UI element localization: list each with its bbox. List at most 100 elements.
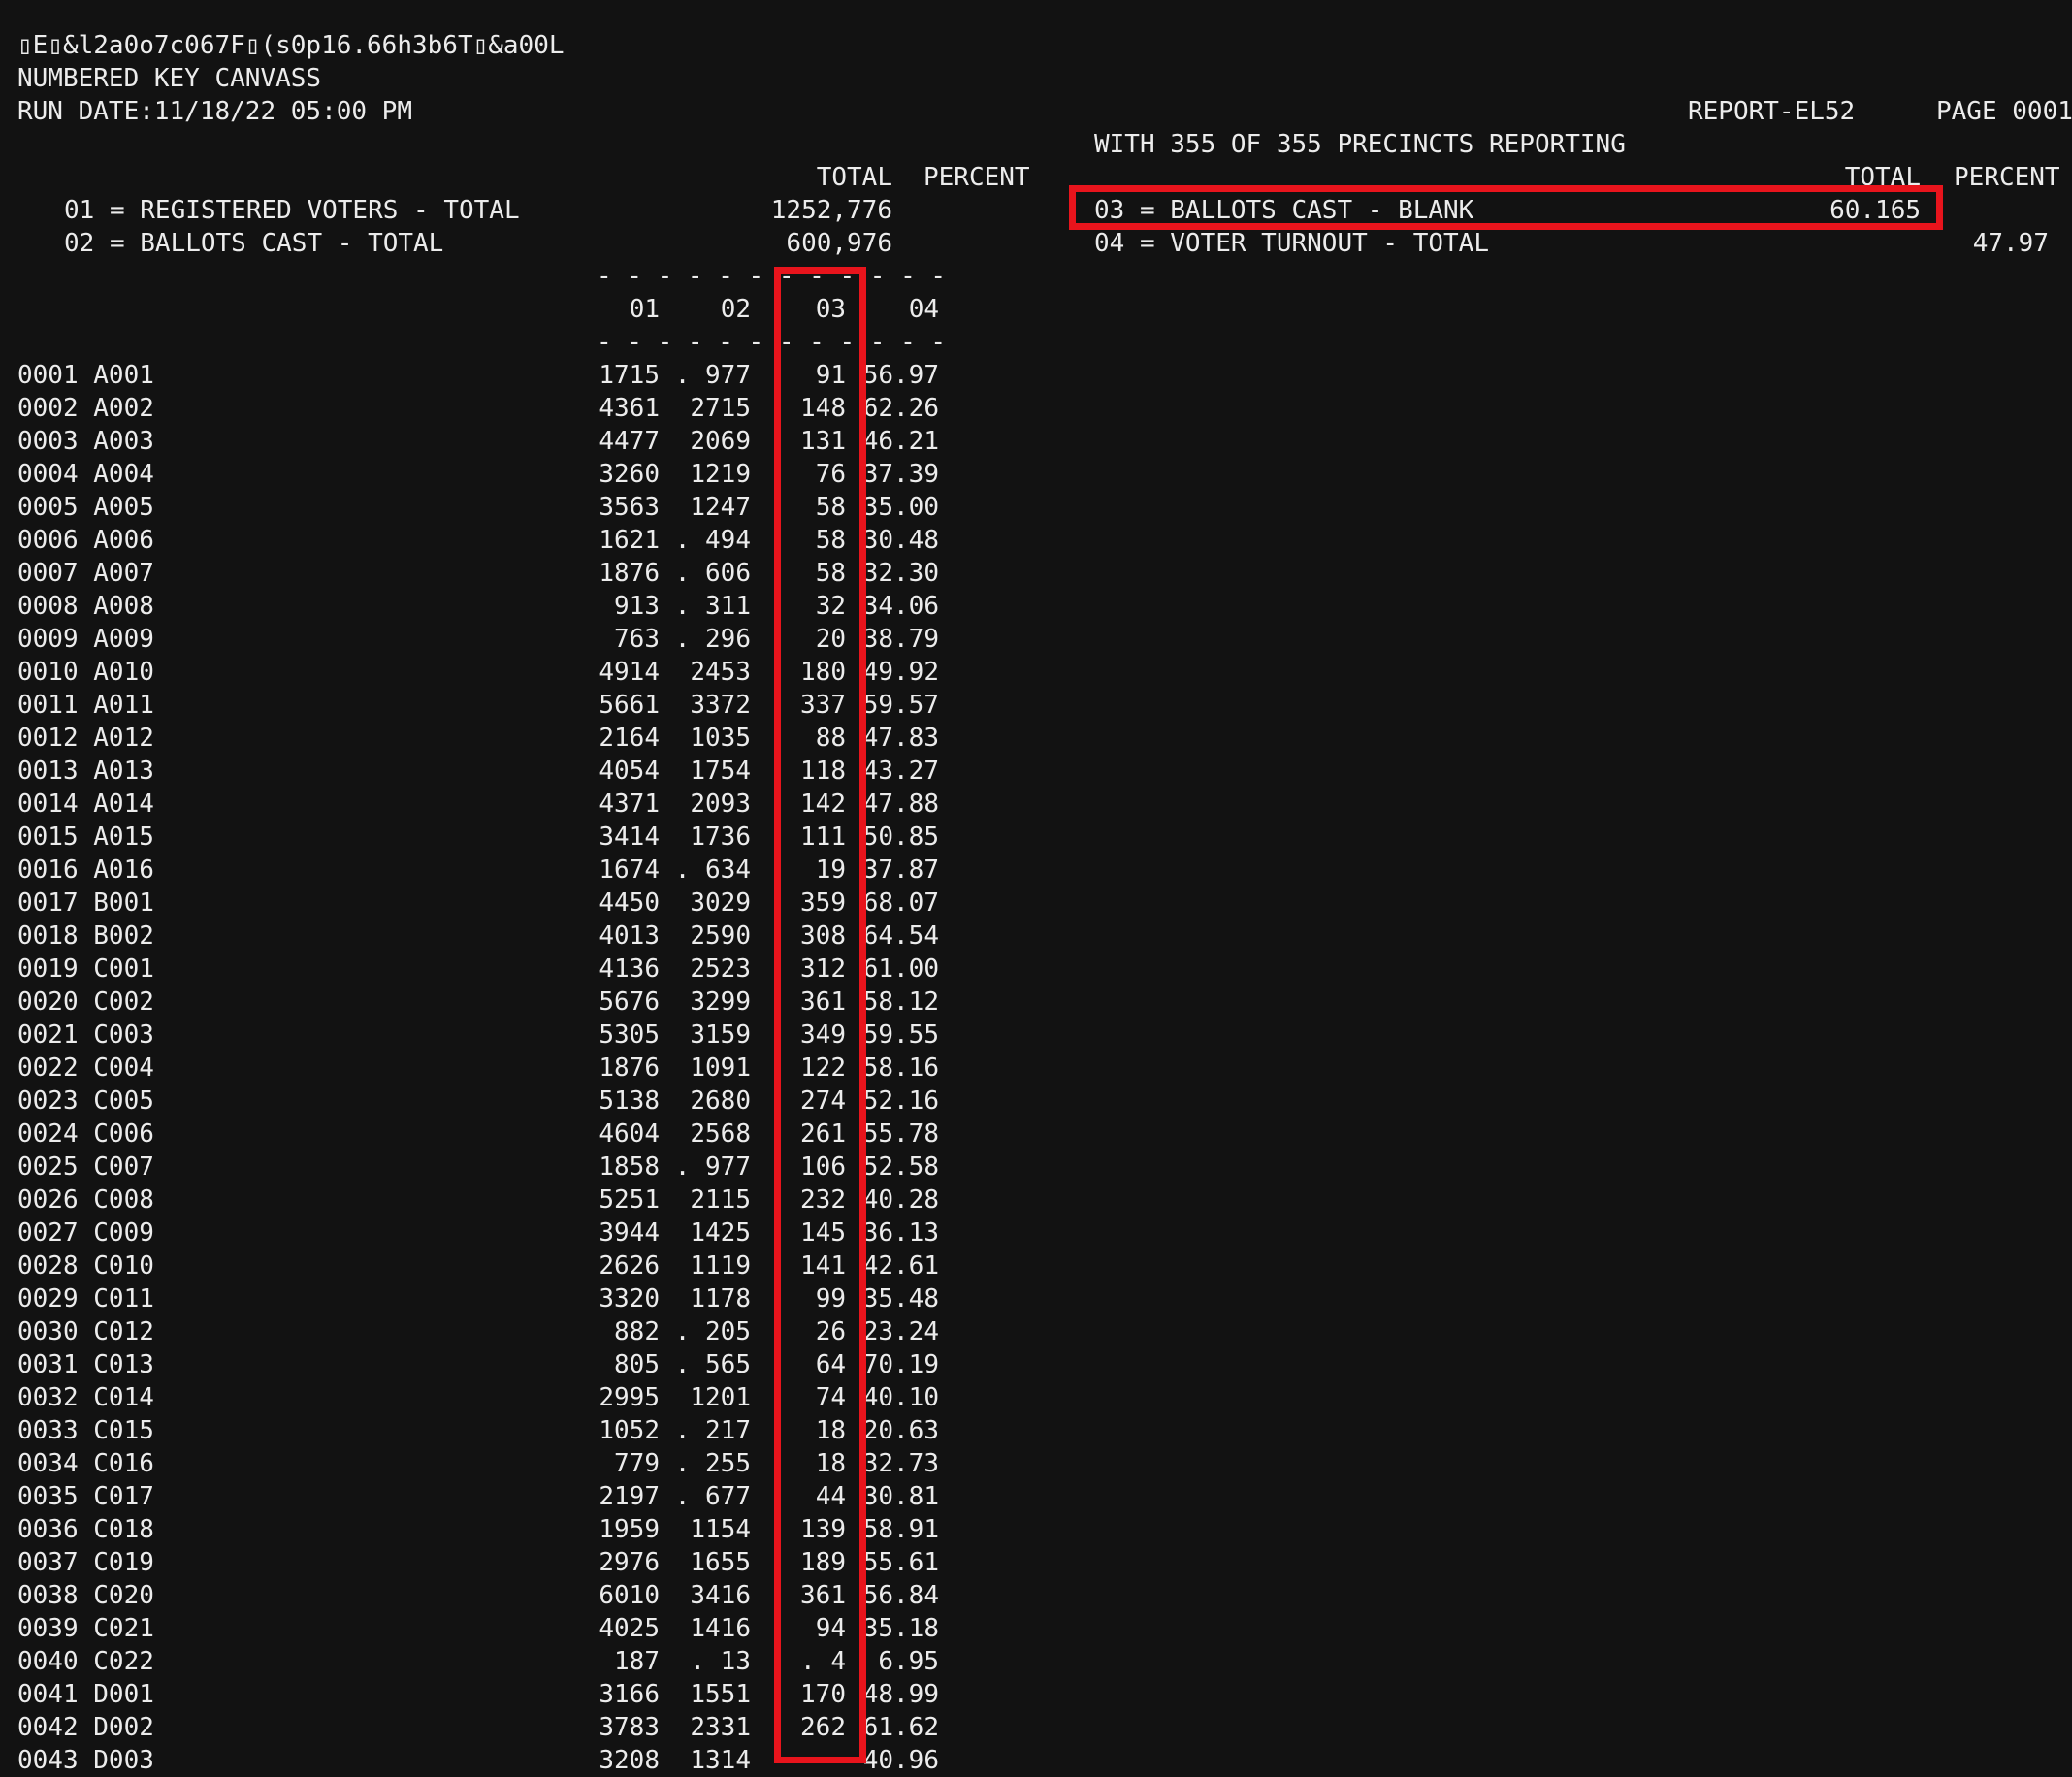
cell-ballots-blank: 20 [815, 625, 846, 654]
cell-ballots-cast: 2715 [690, 394, 751, 423]
cell-ballots-blank: 139 [800, 1515, 846, 1544]
cell-turnout: 30.81 [862, 1482, 939, 1511]
cell-ballots-blank [768, 1744, 846, 1777]
cell-ballots-blank: 145 [800, 1218, 846, 1247]
cell-ballots-cast: 3372 [690, 691, 751, 720]
cell-ballots-cast: 1119 [690, 1251, 751, 1280]
cell-ballots-cast: 2093 [690, 790, 751, 819]
cell-turnout: 20.63 [862, 1416, 939, 1445]
cell-ballots-cast: . 494 [674, 526, 751, 555]
precinct-label: 0033 C015 [17, 1416, 154, 1445]
precinct-label: 0029 C011 [17, 1284, 154, 1313]
cell-ballots-cast: . 13 [690, 1647, 751, 1676]
precinct-table: 0001 A001 1715. 977 91 56.97 0002 A002 4361 27… [0, 0, 2072, 1775]
precinct-label: 0001 A001 [17, 361, 154, 390]
cell-ballots-blank: 19 [815, 856, 846, 885]
cell-ballots-blank: 58 [815, 493, 846, 522]
cell-ballots-cast: 2115 [690, 1185, 751, 1214]
cell-ballots-cast: 1754 [690, 757, 751, 786]
cell-ballots-blank: 131 [800, 427, 846, 456]
precinct-label: 0036 C018 [17, 1515, 154, 1544]
precinct-label: 0010 A010 [17, 658, 154, 687]
precinct-label: 0038 C020 [17, 1581, 154, 1610]
cell-ballots-cast: . 677 [674, 1482, 751, 1511]
cell-ballots-cast: 2680 [690, 1086, 751, 1115]
cell-turnout: 68.07 [862, 888, 939, 918]
cell-turnout: 58.16 [862, 1053, 939, 1082]
cell-turnout: 48.99 [862, 1680, 939, 1709]
precinct-label: 0027 C009 [17, 1218, 154, 1247]
cell-ballots-cast: 1091 [690, 1053, 751, 1082]
cell-turnout: 42.61 [862, 1251, 939, 1280]
precinct-label: 0013 A013 [17, 757, 154, 786]
cell-turnout: 30.48 [862, 526, 939, 555]
cell-turnout: 58.91 [862, 1515, 939, 1544]
cell-ballots-blank: 88 [815, 724, 846, 753]
precinct-label: 0011 A011 [17, 691, 154, 720]
precinct-label: 0009 A009 [17, 625, 154, 654]
precinct-label: 0031 C013 [17, 1350, 154, 1379]
cell-ballots-cast: . 311 [674, 592, 751, 621]
cell-turnout: 49.92 [862, 658, 939, 687]
cell-turnout: 40.10 [862, 1383, 939, 1412]
cell-turnout: 35.18 [862, 1614, 939, 1643]
precinct-label: 0014 A014 [17, 790, 154, 819]
precinct-label: 0043 D003 [17, 1746, 154, 1775]
cell-ballots-cast: 1655 [690, 1548, 751, 1577]
cell-turnout: 35.48 [862, 1284, 939, 1313]
precinct-label: 0022 C004 [17, 1053, 154, 1082]
cell-ballots-blank: 111 [800, 823, 846, 852]
cell-turnout: 23.24 [862, 1317, 939, 1346]
cell-ballots-cast: . 634 [674, 856, 751, 885]
precinct-label: 0032 C014 [17, 1383, 154, 1412]
precinct-label: 0018 B002 [17, 921, 154, 951]
precinct-label: 0008 A008 [17, 592, 154, 621]
precinct-label: 0007 A007 [17, 559, 154, 588]
cell-ballots-blank: 18 [815, 1416, 846, 1445]
cell-turnout: 37.39 [862, 460, 939, 489]
cell-ballots-cast: 1201 [690, 1383, 751, 1412]
cell-ballots-cast: . 565 [674, 1350, 751, 1379]
cell-ballots-blank: 308 [800, 921, 846, 951]
cell-ballots-cast: 2453 [690, 658, 751, 687]
cell-ballots-cast: 1416 [690, 1614, 751, 1643]
precinct-label: 0030 C012 [17, 1317, 154, 1346]
cell-ballots-cast: . 255 [674, 1449, 751, 1478]
cell-ballots-cast: 3416 [690, 1581, 751, 1610]
cell-turnout: 64.54 [862, 921, 939, 951]
precinct-label: 0006 A006 [17, 526, 154, 555]
cell-turnout: 38.79 [862, 625, 939, 654]
precinct-label: 0021 C003 [17, 1020, 154, 1050]
cell-ballots-cast: 3299 [690, 987, 751, 1017]
precinct-label: 0019 C001 [17, 954, 154, 984]
cell-turnout: 59.57 [862, 691, 939, 720]
cell-ballots-blank: 262 [800, 1713, 846, 1742]
cell-ballots-cast: 2523 [690, 954, 751, 984]
cell-ballots-blank: 44 [815, 1482, 846, 1511]
precinct-label: 0041 D001 [17, 1680, 154, 1709]
cell-turnout: 70.19 [862, 1350, 939, 1379]
cell-ballots-blank: 58 [815, 559, 846, 588]
cell-turnout: 52.16 [862, 1086, 939, 1115]
cell-ballots-cast: 2590 [690, 921, 751, 951]
cell-ballots-blank: 361 [800, 1581, 846, 1610]
cell-turnout: 47.83 [862, 724, 939, 753]
precinct-label: 0024 C006 [17, 1119, 154, 1148]
precinct-label: 0003 A003 [17, 427, 154, 456]
precinct-label: 0035 C017 [17, 1482, 154, 1511]
precinct-label: 0005 A005 [17, 493, 154, 522]
cell-ballots-blank: 32 [815, 592, 846, 621]
cell-ballots-blank: 18 [815, 1449, 846, 1478]
cell-ballots-blank: 26 [815, 1317, 846, 1346]
precinct-label: 0002 A002 [17, 394, 154, 423]
cell-ballots-blank: 274 [800, 1086, 846, 1115]
cell-ballots-cast: . 205 [674, 1317, 751, 1346]
precinct-label: 0016 A016 [17, 856, 154, 885]
precinct-label: 0025 C007 [17, 1152, 154, 1181]
cell-ballots-cast: 1154 [690, 1515, 751, 1544]
cell-ballots-blank: 74 [815, 1383, 846, 1412]
cell-ballots-blank: 170 [800, 1680, 846, 1709]
cell-ballots-cast: 1247 [690, 493, 751, 522]
precinct-label: 0020 C002 [17, 987, 154, 1017]
cell-turnout: 36.13 [862, 1218, 939, 1247]
